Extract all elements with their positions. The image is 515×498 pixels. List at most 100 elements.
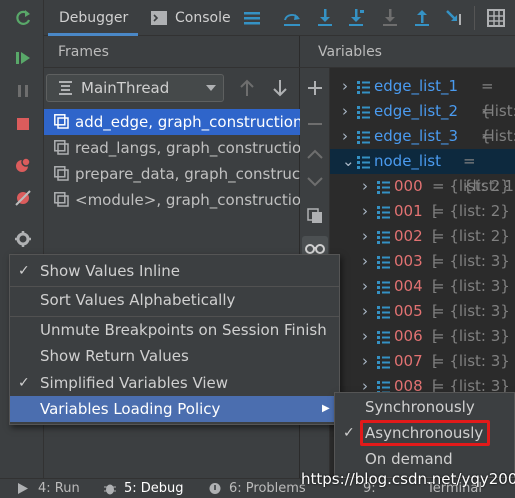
list-variable-icon xyxy=(357,106,370,119)
hamburger-icon[interactable] xyxy=(242,8,262,28)
settings-icon[interactable] xyxy=(13,229,33,249)
step-out-icon[interactable] xyxy=(412,8,432,28)
tab-debugger-label: Debugger xyxy=(59,10,129,26)
frame-item[interactable]: prepare_data, graph_construction xyxy=(44,161,329,187)
collapse-arrow-icon[interactable]: › xyxy=(362,349,368,374)
menu-item-variables-loading-policy[interactable]: Variables Loading Policy ▶ xyxy=(10,396,339,422)
menu-item-label: Simplified Variables View xyxy=(40,374,229,392)
variable-name: 001 xyxy=(394,202,423,220)
check-icon: ✓ xyxy=(343,425,355,441)
menu-item-label: Variables Loading Policy xyxy=(40,400,221,418)
check-icon: ✓ xyxy=(18,263,30,279)
check-icon: ✓ xyxy=(18,375,30,391)
variable-child-row[interactable]: › 007 = {list: 3} [ xyxy=(330,349,515,395)
variable-name: 005 xyxy=(394,302,423,320)
variables-header: Variables xyxy=(300,36,515,68)
chevron-down-icon xyxy=(206,85,216,91)
tab-console[interactable]: Console xyxy=(148,0,238,36)
variable-name: 007 xyxy=(394,352,423,370)
tab-debugger[interactable]: Debugger xyxy=(48,0,138,36)
list-variable-icon xyxy=(357,81,370,94)
variable-row[interactable]: › edge_list_2 = {list: xyxy=(330,99,515,145)
frame-item[interactable]: read_langs, graph_construction xyxy=(44,135,311,161)
problems-icon xyxy=(209,483,221,494)
list-variable-icon xyxy=(377,181,390,194)
list-variable-icon xyxy=(377,281,390,294)
menu-item-synchronously[interactable]: Synchronously xyxy=(335,394,514,420)
force-step-into-icon[interactable] xyxy=(380,8,400,28)
debugger-top-bar: Debugger Console xyxy=(44,0,515,36)
variable-child-row[interactable]: › 004 = {list: 3} [ xyxy=(330,274,515,320)
list-variable-icon xyxy=(377,206,390,219)
console-icon xyxy=(151,11,167,25)
frame-icon xyxy=(54,114,69,129)
add-watch-icon[interactable] xyxy=(307,80,323,96)
collapse-arrow-icon[interactable]: › xyxy=(342,124,348,149)
move-down-icon[interactable] xyxy=(307,176,323,188)
menu-item-simplified-variables[interactable]: ✓ Simplified Variables View xyxy=(10,370,339,396)
glasses-icon xyxy=(305,244,325,254)
menu-item-show-return-values[interactable]: Show Return Values xyxy=(10,343,339,369)
menu-item-unmute-breakpoints[interactable]: Unmute Breakpoints on Session Finish xyxy=(10,317,339,343)
variable-child-row[interactable]: › 002 = {list: 2} [ xyxy=(330,224,515,270)
evaluate-icon[interactable] xyxy=(486,8,506,28)
collapse-arrow-icon[interactable]: › xyxy=(362,299,368,324)
status-problems-label: 6: Problems xyxy=(229,481,306,496)
frame-icon xyxy=(54,192,69,207)
collapse-arrow-icon[interactable]: › xyxy=(362,174,368,199)
step-over-icon[interactable] xyxy=(282,8,302,28)
variable-name: edge_list_2 xyxy=(374,102,459,120)
variable-row[interactable]: › edge_list_1 = {list: xyxy=(330,74,515,120)
submenu-arrow-icon: ▶ xyxy=(322,403,330,414)
move-up-icon[interactable] xyxy=(307,148,323,160)
toolbar-divider xyxy=(474,6,475,30)
collapse-arrow-icon[interactable]: › xyxy=(362,199,368,224)
variable-child-row[interactable]: › 006 = {list: 3} [ xyxy=(330,324,515,370)
stop-icon[interactable] xyxy=(13,114,33,134)
menu-item-label: Show Values Inline xyxy=(40,262,181,280)
arrow-down-icon[interactable] xyxy=(272,79,288,97)
variable-row[interactable]: ›edge_list_3= {list: xyxy=(330,124,515,170)
arrow-up-icon[interactable] xyxy=(239,79,255,97)
rerun-icon[interactable] xyxy=(13,8,33,28)
menu-item-label: Unmute Breakpoints on Session Finish xyxy=(40,321,327,339)
loading-policy-submenu: Synchronously ✓ Asynchronously On demand xyxy=(334,392,515,478)
list-variable-icon xyxy=(377,331,390,344)
frame-item[interactable]: <module>, graph_construction xyxy=(44,187,311,213)
settings-context-menu: ✓ Show Values Inline Sort Values Alphabe… xyxy=(9,254,340,425)
frame-label: <module>, graph_construction xyxy=(75,191,311,209)
collapse-arrow-icon[interactable]: › xyxy=(362,324,368,349)
collapse-arrow-icon[interactable]: › xyxy=(362,274,368,299)
pause-icon[interactable] xyxy=(13,81,33,101)
copy-icon[interactable] xyxy=(307,208,323,224)
variable-name: 006 xyxy=(394,327,423,345)
variable-child-row[interactable]: › 000 = {list: 2} [ xyxy=(330,174,515,220)
step-into-icon[interactable] xyxy=(315,8,335,28)
menu-item-on-demand[interactable]: On demand xyxy=(335,446,514,472)
watermark: https://blog.csdn.net/yqy2001 xyxy=(301,470,515,488)
bug-icon xyxy=(104,484,116,495)
mute-breakpoints-icon[interactable] xyxy=(13,188,33,208)
collapse-arrow-icon[interactable]: › xyxy=(342,74,348,99)
collapse-arrow-icon[interactable]: › xyxy=(342,99,348,124)
collapse-arrow-icon[interactable]: › xyxy=(362,249,368,274)
remove-watch-icon[interactable] xyxy=(307,116,323,132)
thread-select[interactable]: MainThread xyxy=(46,74,224,102)
status-run-label: 4: Run xyxy=(38,481,80,496)
run-to-cursor-icon[interactable] xyxy=(444,8,464,28)
variable-child-row[interactable]: › 001 = {list: 2} [ xyxy=(330,199,515,245)
view-breakpoints-icon[interactable] xyxy=(13,155,33,175)
variable-name: 003 xyxy=(394,252,423,270)
variable-child-row[interactable]: › 005 = {list: 3} [ xyxy=(330,299,515,345)
step-into-my-code-icon[interactable] xyxy=(346,8,366,28)
frame-item[interactable]: add_edge, graph_construction xyxy=(44,109,303,135)
frame-label: prepare_data, graph_construction xyxy=(75,165,329,183)
variable-row[interactable]: ⌄ node_list = {list: 1 xyxy=(330,149,515,195)
resume-icon[interactable] xyxy=(13,48,33,68)
menu-item-show-values-inline[interactable]: ✓ Show Values Inline xyxy=(10,258,339,284)
menu-item-sort-values[interactable]: Sort Values Alphabetically xyxy=(10,287,339,313)
collapse-arrow-icon[interactable]: › xyxy=(362,224,368,249)
expand-arrow-icon[interactable]: ⌄ xyxy=(342,149,355,174)
frame-label: add_edge, graph_construction xyxy=(75,113,303,131)
variable-child-row[interactable]: › 003 = {list: 3} [ xyxy=(330,249,515,295)
